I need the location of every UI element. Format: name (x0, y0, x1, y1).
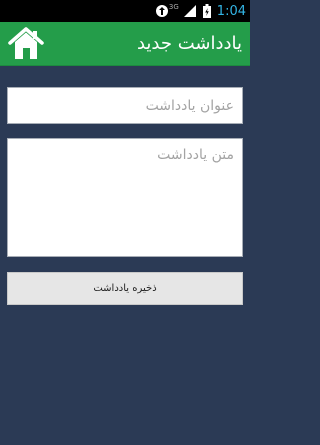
note-body-input[interactable] (7, 138, 243, 257)
action-bar: یادداشت جدید (0, 22, 250, 66)
status-bar: 3G 1:04 (0, 0, 250, 22)
signal-icon (183, 4, 197, 18)
home-icon (8, 27, 44, 59)
clock: 1:04 (216, 3, 246, 19)
save-note-button[interactable]: ذخیره یادداشت (7, 272, 243, 305)
page-title: یادداشت جدید (136, 33, 242, 54)
notification-icon (155, 4, 169, 18)
battery-icon (202, 4, 211, 18)
note-title-input[interactable] (7, 87, 243, 124)
home-button[interactable] (6, 26, 46, 62)
network-type-label: 3G (168, 3, 179, 11)
